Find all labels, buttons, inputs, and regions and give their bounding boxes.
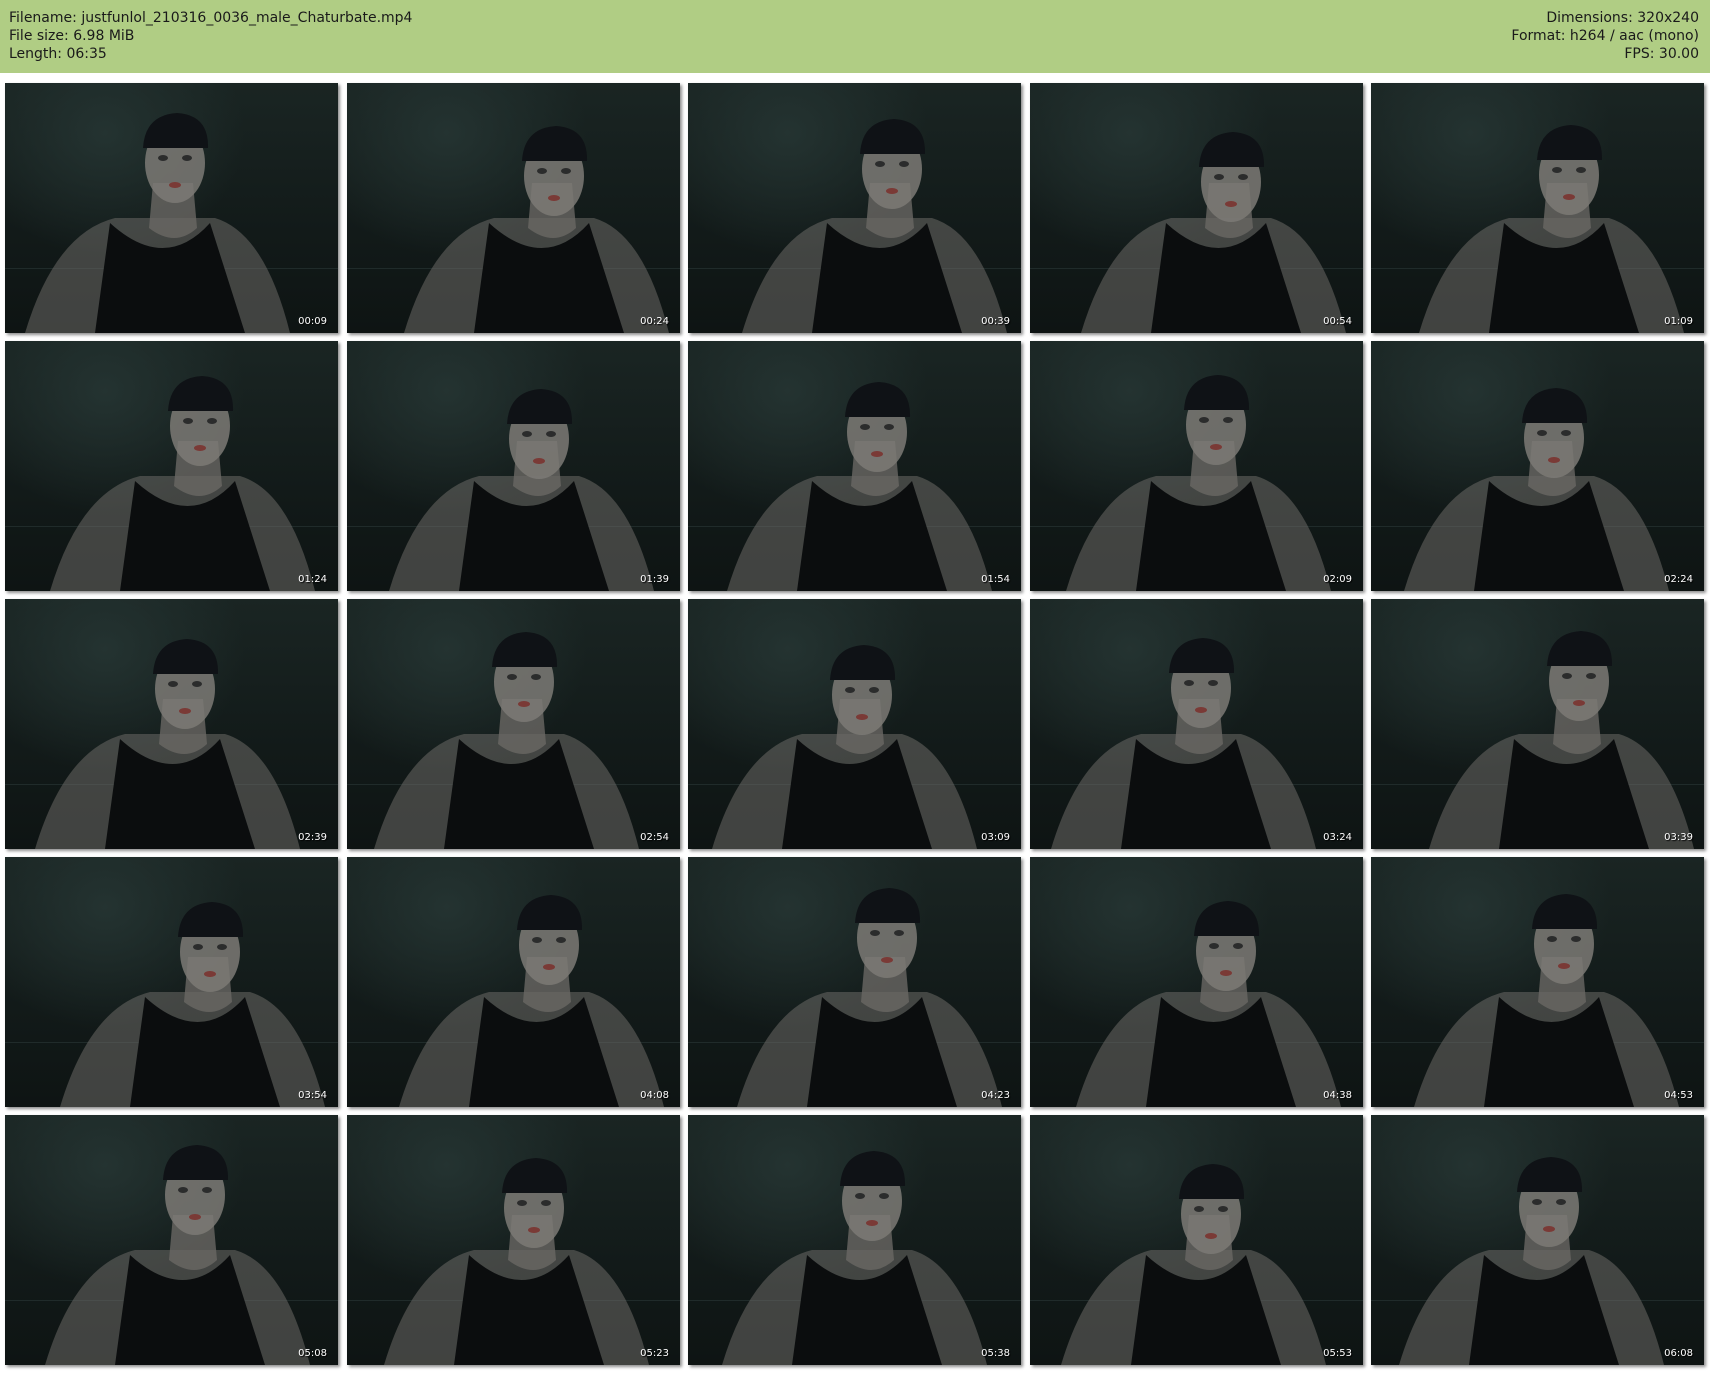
video-thumbnail: 05:23 [347, 1115, 680, 1365]
frame-figure [722, 1151, 987, 1365]
video-thumbnail: 00:24 [347, 83, 680, 333]
thumbnail-timestamp: 05:23 [640, 1348, 669, 1359]
frame-figure [1066, 375, 1331, 591]
video-thumbnail: 04:53 [1371, 857, 1704, 1107]
video-thumbnail: 03:54 [5, 857, 338, 1107]
video-thumbnail: 02:39 [5, 599, 338, 849]
frame-figure [1429, 631, 1694, 849]
video-thumbnail: 04:23 [688, 857, 1021, 1107]
frame-figure [727, 382, 992, 591]
frame-figure [1076, 901, 1341, 1107]
frame-figure [389, 389, 654, 591]
thumbnail-timestamp: 05:53 [1323, 1348, 1352, 1359]
video-thumbnail: 04:08 [347, 857, 680, 1107]
thumbnail-timestamp: 01:54 [981, 574, 1010, 585]
frame-figure [1414, 894, 1679, 1107]
video-thumbnail: 01:39 [347, 341, 680, 591]
thumbnail-grid: 00:09 00:24 00:39 00:54 01:09 01:24 01:39 01:54… [0, 0, 1710, 1373]
video-thumbnail: 05:08 [5, 1115, 338, 1365]
thumbnail-timestamp: 00:24 [640, 316, 669, 327]
frame-figure [1081, 132, 1346, 333]
video-thumbnail: 03:09 [688, 599, 1021, 849]
thumbnail-timestamp: 03:54 [298, 1090, 327, 1101]
video-thumbnail: 00:54 [1030, 83, 1363, 333]
frame-figure [35, 639, 300, 849]
thumbnail-timestamp: 02:39 [298, 832, 327, 843]
video-thumbnail: 02:54 [347, 599, 680, 849]
thumbnail-timestamp: 02:54 [640, 832, 669, 843]
frame-figure [1399, 1157, 1664, 1365]
thumbnail-timestamp: 04:38 [1323, 1090, 1352, 1101]
frame-figure [399, 895, 664, 1107]
video-thumbnail: 03:24 [1030, 599, 1363, 849]
thumbnail-timestamp: 05:38 [981, 1348, 1010, 1359]
thumbnail-timestamp: 05:08 [298, 1348, 327, 1359]
thumbnail-timestamp: 01:39 [640, 574, 669, 585]
video-thumbnail: 01:24 [5, 341, 338, 591]
video-thumbnail: 00:39 [688, 83, 1021, 333]
frame-figure [384, 1158, 649, 1365]
thumbnail-timestamp: 00:54 [1323, 316, 1352, 327]
thumbnail-timestamp: 03:09 [981, 832, 1010, 843]
video-thumbnail: 05:53 [1030, 1115, 1363, 1365]
thumbnail-timestamp: 03:39 [1664, 832, 1693, 843]
thumbnail-timestamp: 01:09 [1664, 316, 1693, 327]
video-thumbnail: 01:54 [688, 341, 1021, 591]
frame-figure [1051, 638, 1316, 849]
frame-figure [712, 645, 977, 849]
frame-figure [742, 119, 1007, 333]
frame-figure [50, 376, 315, 591]
thumbnail-timestamp: 03:24 [1323, 832, 1352, 843]
video-thumbnail: 04:38 [1030, 857, 1363, 1107]
video-thumbnail: 02:24 [1371, 341, 1704, 591]
thumbnail-timestamp: 01:24 [298, 574, 327, 585]
video-thumbnail: 03:39 [1371, 599, 1704, 849]
frame-figure [737, 888, 1002, 1107]
thumbnail-timestamp: 02:09 [1323, 574, 1352, 585]
frame-figure [1404, 388, 1669, 591]
frame-figure [45, 1145, 310, 1365]
thumbnail-timestamp: 04:23 [981, 1090, 1010, 1101]
frame-figure [60, 902, 325, 1107]
frame-figure [25, 113, 290, 333]
thumbnail-timestamp: 02:24 [1664, 574, 1693, 585]
frame-figure [404, 126, 669, 333]
video-thumbnail: 05:38 [688, 1115, 1021, 1365]
thumbnail-timestamp: 00:39 [981, 316, 1010, 327]
frame-figure [1061, 1164, 1326, 1365]
thumbnail-timestamp: 04:08 [640, 1090, 669, 1101]
thumbnail-timestamp: 00:09 [298, 316, 327, 327]
frame-figure [1419, 125, 1684, 333]
video-thumbnail: 00:09 [5, 83, 338, 333]
frame-figure [374, 632, 639, 849]
thumbnail-timestamp: 06:08 [1664, 1348, 1693, 1359]
thumbnail-timestamp: 04:53 [1664, 1090, 1693, 1101]
video-thumbnail: 02:09 [1030, 341, 1363, 591]
video-thumbnail: 01:09 [1371, 83, 1704, 333]
video-thumbnail: 06:08 [1371, 1115, 1704, 1365]
